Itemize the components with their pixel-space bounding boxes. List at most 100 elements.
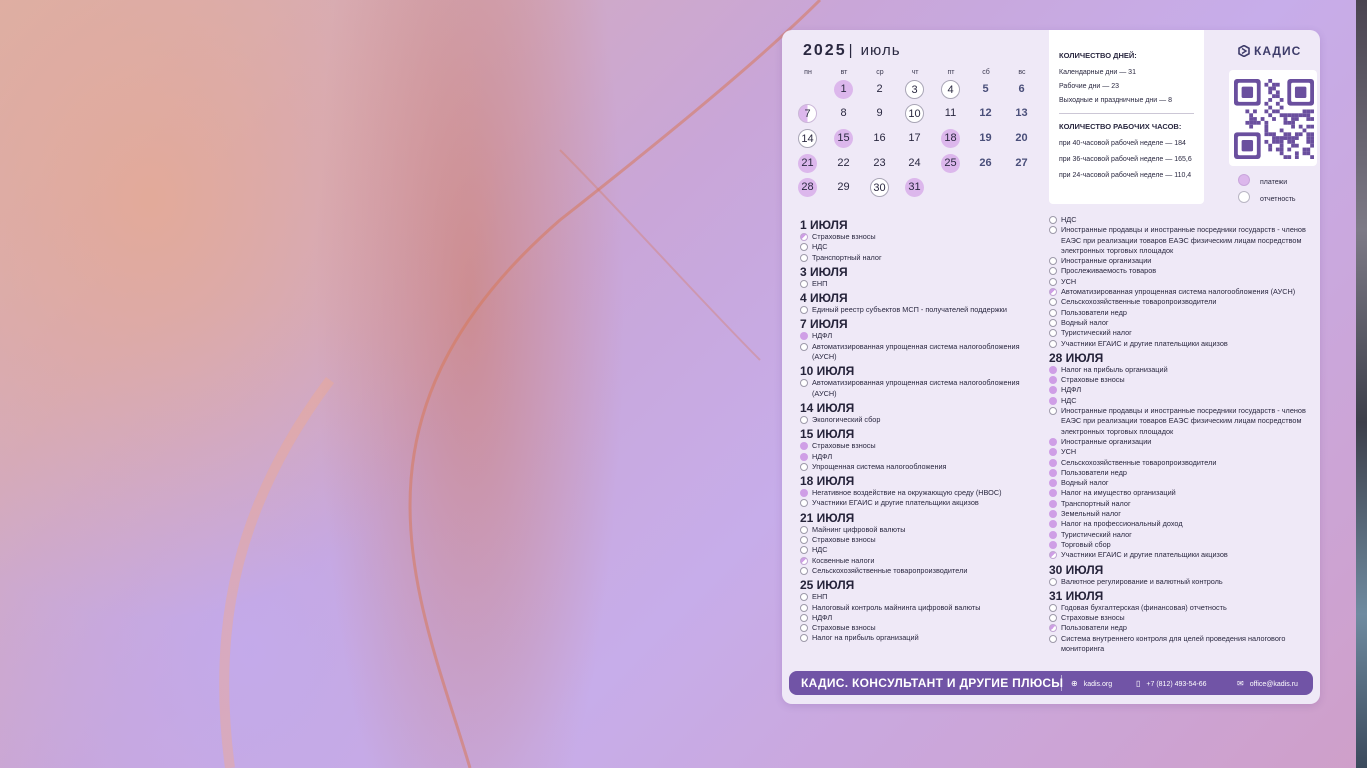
deadline-item: НДФЛ [800, 331, 1040, 341]
qr-code-icon [1234, 79, 1314, 159]
calendar-day[interactable]: 30 [870, 178, 889, 197]
deadline-item-label: Иностранные продавцы и иностранные посре… [1061, 225, 1306, 255]
holidays: Выходные и праздничные дни — 8 [1059, 97, 1172, 104]
report-dot-icon [1049, 308, 1057, 317]
calendar-day[interactable]: 11 [941, 104, 960, 123]
report-dot-icon [1049, 257, 1057, 266]
calendar-day[interactable]: 12 [976, 104, 995, 123]
deadline-date: 4 ИЮЛЯ [800, 291, 848, 306]
report-dot-icon [800, 499, 808, 508]
weekday-label: ср [876, 69, 884, 76]
deadline-item-label: НДФЛ [812, 451, 833, 461]
calendar-day[interactable]: 17 [905, 129, 924, 148]
deadline-item: Сельскохозяйственные товаропроизводители [1049, 297, 1311, 307]
deadline-item: Транспортный налог [800, 253, 1040, 263]
calendar-day[interactable]: 1 [834, 80, 853, 99]
calendar-day[interactable]: 15 [834, 129, 853, 148]
deadline-item: Страховые взносы [800, 623, 1040, 633]
report-dot-icon [1049, 407, 1057, 416]
calendar-day[interactable]: 6 [1012, 80, 1031, 99]
calendar-month: июль [860, 42, 901, 59]
deadline-item-label: Водный налог [1061, 478, 1109, 488]
footer-site-link[interactable]: ⊕ kadis.org [1071, 679, 1112, 688]
footer-title: КАДИС. КОНСУЛЬТАНТ И ДРУГИЕ ПЛЮСЫ [801, 676, 1064, 690]
calendar-day[interactable]: 31 [905, 178, 924, 197]
calendar-day[interactable]: 16 [870, 129, 889, 148]
deadline-item-label: Туристический налог [1061, 328, 1132, 338]
calendar-day[interactable]: 18 [941, 129, 960, 148]
deadline-item-label: УСН [1061, 276, 1077, 286]
deadline-item: Налог на прибыль организаций [800, 633, 1040, 643]
payment-dot-icon [800, 452, 808, 461]
calendar-day[interactable]: 24 [905, 154, 924, 173]
footer-email-link[interactable]: ✉ office@kadis.ru [1237, 679, 1298, 688]
weekday-label: вт [840, 69, 848, 76]
deadline-item-label: Транспортный налог [812, 252, 882, 262]
deadline-date: 28 ИЮЛЯ [1049, 350, 1104, 365]
deadline-item-label: Сельскохозяйственные товаропроизводители [812, 565, 968, 575]
deadline-item: Упрощенная система налогообложения [800, 462, 1040, 472]
calendar-day[interactable]: 25 [941, 154, 960, 173]
calendar-day[interactable]: 14 [798, 129, 817, 148]
calendar-day[interactable]: 2 [870, 80, 889, 99]
report-dot-icon [1049, 277, 1057, 286]
payment-dot-icon [1049, 458, 1057, 467]
calendar-day[interactable]: 21 [798, 154, 817, 173]
deadline-item: Участники ЕГАИС и другие плательщики акц… [800, 498, 1040, 508]
footer-phone[interactable]: ▯ +7 (812) 493-54-66 [1136, 679, 1207, 688]
deadline-item-label: Торговый сбор [1061, 539, 1111, 549]
deadline-item-label: НДФЛ [812, 612, 833, 622]
deadline-item: Иностранные организации [1049, 437, 1311, 447]
report-dot-icon [1238, 191, 1250, 203]
calendar-day[interactable]: 7 [798, 104, 817, 123]
deadline-date: 7 ИЮЛЯ [800, 317, 848, 332]
calendar-day[interactable]: 23 [870, 154, 889, 173]
legend-payments: платежи [1238, 174, 1287, 186]
deadline-item: Автоматизированная упрощенная система на… [800, 378, 1040, 399]
calendar-day[interactable]: 20 [1012, 129, 1031, 148]
calendar-day[interactable]: 26 [976, 154, 995, 173]
calendar-day[interactable]: 3 [905, 80, 924, 99]
hours-title: КОЛИЧЕСТВО РАБОЧИХ ЧАСОВ: [1059, 122, 1182, 131]
deadline-date: 10 ИЮЛЯ [800, 364, 855, 379]
calendar-day[interactable]: 28 [798, 178, 817, 197]
calendar-day[interactable]: 19 [976, 129, 995, 148]
calendar-day[interactable]: 4 [941, 80, 960, 99]
phone-icon: ▯ [1136, 679, 1141, 688]
calendar-year: 2025 [803, 42, 847, 59]
deadline-item: Автоматизированная упрощенная система на… [1049, 287, 1311, 297]
payment-dot-icon [1049, 376, 1057, 385]
stats-box: КОЛИЧЕСТВО ДНЕЙ: Календарные дни — 31 Ра… [1049, 30, 1204, 204]
deadline-item: Пользователи недр [1049, 468, 1311, 478]
deadline-item-label: Единый реестр субъектов МСП - получателе… [812, 305, 1007, 315]
report-dot-icon [800, 306, 808, 315]
deadline-item: Налог на профессиональный доход [1049, 519, 1311, 529]
deadline-item: Страховые взносы [800, 441, 1040, 451]
days-title: КОЛИЧЕСТВО ДНЕЙ: [1059, 51, 1137, 60]
deadline-item-label: Пользователи недр [1061, 467, 1127, 477]
calendar-day[interactable]: 13 [1012, 104, 1031, 123]
calendar-day[interactable]: 22 [834, 154, 853, 173]
payment-dot-icon [800, 489, 808, 498]
calendar-day[interactable]: 5 [976, 80, 995, 99]
report-dot-icon [1049, 298, 1057, 307]
weekday-label: вс [1018, 69, 1026, 76]
report-dot-icon [1049, 614, 1057, 623]
calendar-widget: 2025 | июль пн вт ср чт пт сб вс 1 2 3 4 5 6 7 8 9 10 11 12… [782, 30, 1320, 704]
deadline-item: Единый реестр субъектов МСП - получателе… [800, 305, 1040, 315]
calendar-day[interactable]: 29 [834, 178, 853, 197]
deadline-date: 31 ИЮЛЯ [1049, 588, 1104, 603]
report-dot-icon [800, 546, 808, 555]
calendar-day[interactable]: 10 [905, 104, 924, 123]
deadline-item: Иностранные продавцы и иностранные посре… [1049, 406, 1311, 437]
calendar-day[interactable]: 27 [1012, 154, 1031, 173]
deadline-item-label: Пользователи недр [1061, 623, 1127, 633]
qr-code[interactable] [1229, 70, 1317, 166]
deadline-item-label: НДС [812, 545, 828, 555]
deadline-item-label: Косвенные налоги [812, 555, 875, 565]
report-dot-icon [800, 566, 808, 575]
calendar-day[interactable]: 9 [870, 104, 889, 123]
deadline-item-label: Автоматизированная упрощенная система на… [812, 378, 1020, 398]
deadline-item: Пользователи недр [1049, 623, 1311, 633]
calendar-day[interactable]: 8 [834, 104, 853, 123]
